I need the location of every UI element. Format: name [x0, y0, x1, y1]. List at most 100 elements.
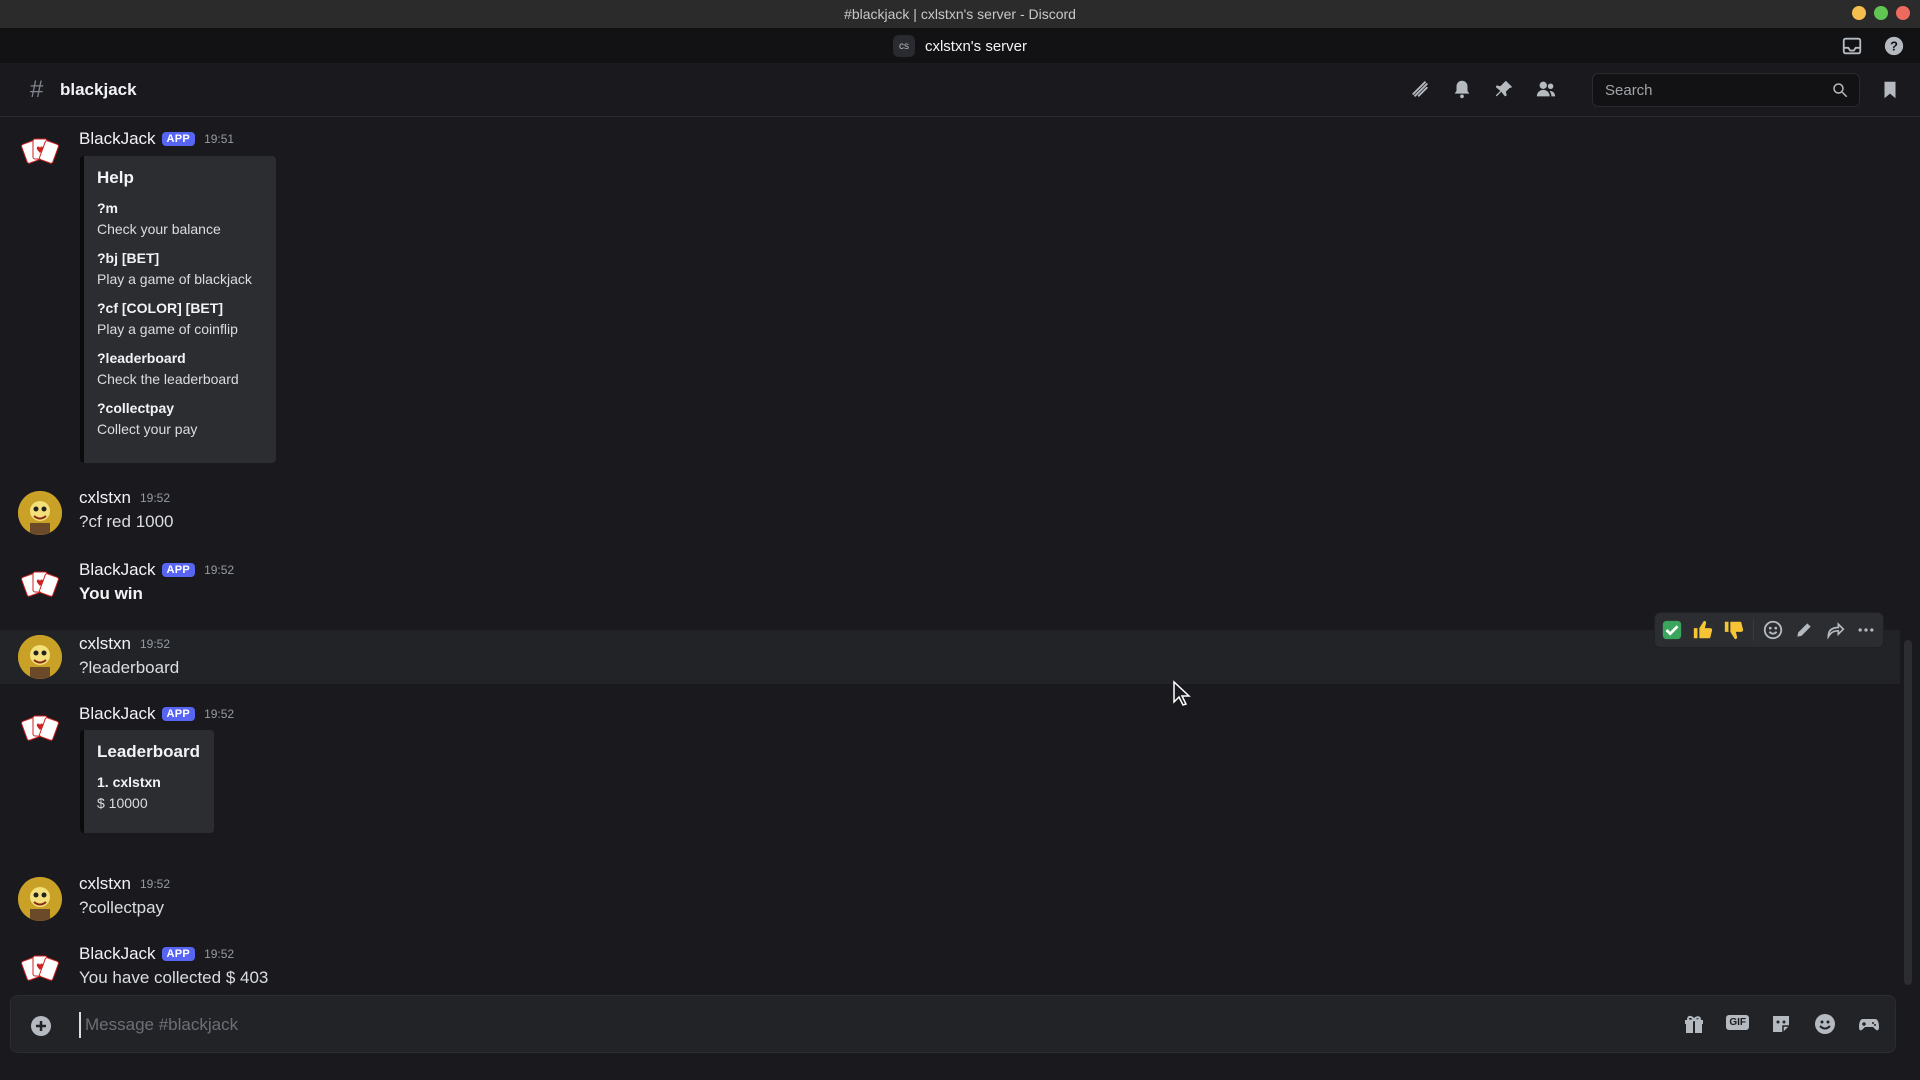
user-avatar-image-icon	[18, 491, 62, 535]
message-item: cxlstxn 19:52 ?cf red 1000	[0, 479, 1900, 539]
search-bar[interactable]	[1592, 73, 1860, 107]
playing-cards-icon: ♥	[21, 955, 59, 981]
user-avatar[interactable]	[18, 491, 62, 535]
window-title: #blackjack | cxlstxn's server - Discord	[844, 6, 1076, 22]
app-badge: APP	[161, 132, 196, 146]
member-list-icon[interactable]	[1534, 77, 1558, 101]
field-name: ?cf [COLOR] [BET]	[97, 300, 223, 316]
message-author[interactable]: BlackJack	[79, 129, 156, 149]
message-content: ?cf red 1000	[79, 512, 174, 531]
message-item: ♥ BlackJack APP 19:52 Leaderboard 1. cxl…	[0, 695, 1900, 855]
message-content: ?leaderboard	[79, 658, 180, 677]
message-scrollbar[interactable]	[1904, 640, 1912, 985]
svg-text:♥: ♥	[36, 963, 44, 973]
gif-icon[interactable]: GIF	[1726, 1012, 1749, 1041]
embed-field: ?cf [COLOR] [BET] Play a game of coinfli…	[97, 298, 260, 340]
bot-avatar[interactable]: ♥	[18, 947, 62, 991]
maximize-button[interactable]	[1874, 6, 1888, 20]
embed-field: ?m Check your balance	[97, 198, 260, 240]
sticker-icon[interactable]	[1769, 1012, 1793, 1041]
search-icon	[1833, 83, 1848, 98]
message-item: ♥ BlackJack APP 19:52 You have collected…	[0, 935, 1900, 995]
message-content: You have collected $ 403	[79, 968, 269, 987]
message-timestamp: 19:52	[204, 947, 235, 961]
gift-icon[interactable]	[1682, 1012, 1706, 1041]
message-item: ♥ BlackJack APP 19:52 You win	[0, 551, 1900, 611]
message-item: ♥ BlackJack APP 19:51 Help ?m Check your…	[0, 117, 1900, 467]
playing-cards-icon: ♥	[21, 138, 59, 164]
svg-text:?: ?	[1890, 39, 1898, 54]
inbox-icon[interactable]	[1840, 34, 1864, 58]
bookmark-icon[interactable]	[1878, 78, 1902, 102]
mouse-cursor-icon	[1172, 680, 1192, 711]
message-timestamp: 19:52	[139, 637, 170, 651]
message-author[interactable]: cxlstxn	[79, 488, 131, 508]
embed-field: ?collectpay Collect your pay	[97, 398, 260, 440]
field-name: ?leaderboard	[97, 350, 186, 366]
notification-bell-icon[interactable]	[1450, 77, 1474, 101]
embed-field: 1. cxlstxn $ 10000	[97, 772, 198, 814]
embed-title: Leaderboard	[97, 742, 200, 761]
message-timestamp: 19:51	[204, 132, 235, 146]
app-badge: APP	[161, 707, 196, 721]
field-value: Check your balance	[97, 221, 221, 237]
leaderboard-embed: Leaderboard 1. cxlstxn $ 10000	[80, 730, 214, 833]
field-value: Play a game of coinflip	[97, 321, 238, 337]
search-input[interactable]	[1603, 80, 1827, 100]
bot-avatar[interactable]: ♥	[18, 130, 62, 174]
bot-avatar[interactable]: ♥	[18, 563, 62, 607]
more-icon[interactable]	[1854, 618, 1877, 642]
message-timestamp: 19:52	[204, 563, 235, 577]
user-avatar-image-icon	[18, 635, 62, 679]
app-badge: APP	[161, 563, 196, 577]
channel-header: # blackjack	[0, 64, 1920, 117]
upload-plus-icon[interactable]	[29, 1014, 53, 1043]
message-author[interactable]: BlackJack	[79, 704, 156, 724]
embed-title: Help	[97, 168, 134, 187]
channel-name: blackjack	[60, 80, 137, 99]
user-avatar[interactable]	[18, 635, 62, 679]
minimize-button[interactable]	[1852, 6, 1866, 20]
add-reaction-icon[interactable]	[1762, 618, 1785, 642]
field-value: $ 10000	[97, 795, 148, 811]
thumbs-up-icon[interactable]	[1692, 618, 1715, 642]
message-author[interactable]: cxlstxn	[79, 874, 131, 894]
pin-icon[interactable]	[1492, 77, 1516, 101]
help-icon[interactable]: ?	[1882, 34, 1906, 58]
field-name: ?m	[97, 200, 118, 216]
message-timestamp: 19:52	[204, 707, 235, 721]
reply-icon[interactable]	[1824, 618, 1847, 642]
message-author[interactable]: BlackJack	[79, 944, 156, 964]
field-value: Play a game of blackjack	[97, 271, 252, 287]
field-name: ?bj [BET]	[97, 250, 160, 266]
message-item: cxlstxn 19:52 ?leaderboard	[0, 630, 1900, 684]
bot-avatar[interactable]: ♥	[18, 707, 62, 751]
apps-controller-icon[interactable]	[1857, 1012, 1881, 1041]
svg-text:♥: ♥	[36, 723, 44, 733]
message-content: You win	[79, 584, 143, 603]
message-item: cxlstxn 19:52 ?collectpay	[0, 865, 1900, 925]
field-name: ?collectpay	[97, 400, 175, 416]
field-value: Check the leaderboard	[97, 371, 239, 387]
threads-icon[interactable]	[1408, 77, 1432, 101]
emoji-icon[interactable]	[1813, 1012, 1837, 1041]
edit-icon[interactable]	[1793, 618, 1816, 642]
user-avatar[interactable]	[18, 877, 62, 921]
svg-text:♥: ♥	[36, 146, 44, 156]
message-author[interactable]: BlackJack	[79, 560, 156, 580]
message-author[interactable]: cxlstxn	[79, 634, 131, 654]
embed-field: ?bj [BET] Play a game of blackjack	[97, 248, 260, 290]
user-avatar-image-icon	[18, 877, 62, 921]
svg-text:♥: ♥	[36, 579, 44, 589]
message-timestamp: 19:52	[139, 491, 170, 505]
message-input[interactable]	[79, 1012, 1587, 1038]
server-icon[interactable]: cs	[892, 35, 915, 57]
server-name[interactable]: cxlstxn's server	[925, 38, 1027, 55]
playing-cards-icon: ♥	[21, 715, 59, 741]
check-reaction-icon[interactable]	[1661, 618, 1684, 642]
channel-hash-icon: #	[30, 76, 44, 103]
server-header: cs cxlstxn's server ?	[0, 29, 1920, 63]
close-button[interactable]	[1896, 6, 1910, 20]
thumbs-down-icon[interactable]	[1722, 618, 1745, 642]
message-actions-toolbar	[1654, 612, 1884, 648]
